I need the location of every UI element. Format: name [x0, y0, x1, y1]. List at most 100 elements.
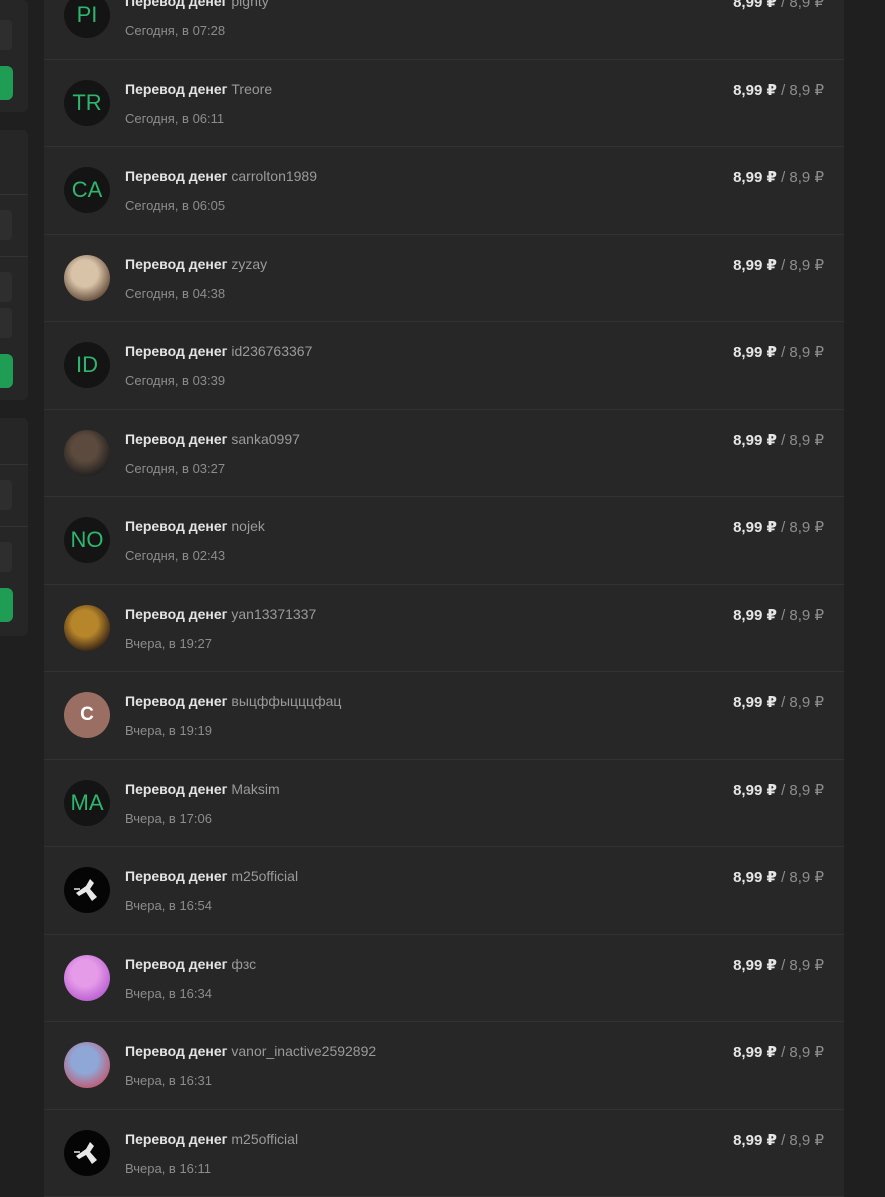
transaction-title: Перевод денег m25official	[125, 868, 298, 884]
transaction-row[interactable]: Перевод денег yan13371337Вчера, в 19:278…	[44, 585, 844, 673]
operation-label: Перевод денег	[125, 781, 228, 797]
transaction-date: Вчера, в 19:19	[125, 723, 212, 738]
transaction-row[interactable]: MAПеревод денег MaksimВчера, в 17:068,99…	[44, 760, 844, 848]
transaction-amount: 8,99 ₽ / 8,9 ₽	[733, 0, 824, 11]
transaction-amount: 8,99 ₽ / 8,9 ₽	[733, 606, 824, 624]
username-link[interactable]: id236763367	[231, 343, 312, 359]
user-avatar[interactable]: PI	[64, 0, 110, 38]
user-avatar-photo[interactable]	[64, 605, 110, 651]
amount-total: 8,9 ₽	[789, 607, 824, 624]
operation-label: Перевод денег	[125, 693, 228, 709]
user-avatar[interactable]: C	[64, 692, 110, 738]
username-link[interactable]: Maksim	[231, 781, 279, 797]
sidebar-green-button[interactable]	[0, 66, 13, 100]
user-avatar[interactable]: NO	[64, 517, 110, 563]
user-avatar[interactable]	[64, 867, 110, 913]
amount-separator: /	[777, 169, 790, 186]
amount-total: 8,9 ₽	[789, 694, 824, 711]
transaction-amount: 8,99 ₽ / 8,9 ₽	[733, 693, 824, 711]
sidebar-divider	[0, 464, 28, 465]
user-avatar-photo[interactable]	[64, 430, 110, 476]
sidebar-input[interactable]	[0, 272, 12, 302]
amount-value: 8,99 ₽	[733, 957, 777, 974]
transaction-date: Вчера, в 19:27	[125, 636, 212, 651]
amount-separator: /	[777, 694, 790, 711]
transaction-date: Сегодня, в 02:43	[125, 548, 225, 563]
logo-icon	[64, 867, 110, 913]
username-link[interactable]: nojek	[231, 518, 264, 534]
username-link[interactable]: выцффыцццфац	[231, 693, 341, 709]
amount-value: 8,99 ₽	[733, 344, 777, 361]
transaction-row[interactable]: Перевод денег m25officialВчера, в 16:118…	[44, 1110, 844, 1197]
sidebar-divider	[0, 256, 28, 257]
amount-separator: /	[777, 0, 790, 11]
transaction-row[interactable]: TRПеревод денег TreoreСегодня, в 06:118,…	[44, 60, 844, 148]
amount-total: 8,9 ₽	[789, 344, 824, 361]
sidebar-green-button[interactable]	[0, 354, 13, 388]
amount-separator: /	[777, 432, 790, 449]
sidebar-green-button[interactable]	[0, 588, 13, 622]
user-avatar-photo[interactable]	[64, 1042, 110, 1088]
transaction-amount: 8,99 ₽ / 8,9 ₽	[733, 168, 824, 186]
transaction-row[interactable]: NOПеревод денег nojekСегодня, в 02:438,9…	[44, 497, 844, 585]
sidebar-input[interactable]	[0, 210, 12, 240]
username-link[interactable]: yan13371337	[231, 606, 316, 622]
user-avatar[interactable]	[64, 1130, 110, 1176]
transaction-title: Перевод денег sanka0997	[125, 431, 300, 447]
user-avatar[interactable]: MA	[64, 780, 110, 826]
user-avatar-photo[interactable]	[64, 255, 110, 301]
username-link[interactable]: pignty	[231, 0, 268, 9]
amount-total: 8,9 ₽	[789, 169, 824, 186]
username-link[interactable]: sanka0997	[231, 431, 300, 447]
transaction-row[interactable]: C Перевод денег выцффыцццфац Вчера, в 19:1…	[44, 672, 844, 760]
username-link[interactable]: фзс	[231, 956, 256, 972]
amount-value: 8,99 ₽	[733, 169, 777, 186]
operation-label: Перевод денег	[125, 81, 228, 97]
username-link[interactable]: Treore	[231, 81, 272, 97]
transaction-row[interactable]: Перевод денег sanka0997Сегодня, в 03:278…	[44, 410, 844, 498]
operation-label: Перевод денег	[125, 1131, 228, 1147]
sidebar-input[interactable]	[0, 308, 12, 338]
username-link[interactable]: carrolton1989	[231, 168, 317, 184]
amount-value: 8,99 ₽	[733, 1132, 777, 1149]
user-avatar-photo[interactable]	[64, 955, 110, 1001]
transaction-title: Перевод денег Maksim	[125, 781, 280, 797]
username-link[interactable]: zyzay	[231, 256, 267, 272]
transaction-row[interactable]: CAПеревод денег carrolton1989Сегодня, в …	[44, 147, 844, 235]
transaction-title: Перевод денег Treore	[125, 81, 272, 97]
amount-separator: /	[777, 344, 790, 361]
username-link[interactable]: m25official	[231, 1131, 298, 1147]
operation-label: Перевод денег	[125, 343, 228, 359]
user-avatar[interactable]: ID	[64, 342, 110, 388]
sidebar-input[interactable]	[0, 20, 12, 50]
user-avatar[interactable]: CA	[64, 167, 110, 213]
amount-value: 8,99 ₽	[733, 0, 777, 11]
amount-value: 8,99 ₽	[733, 607, 777, 624]
amount-value: 8,99 ₽	[733, 782, 777, 799]
user-avatar[interactable]: TR	[64, 80, 110, 126]
transaction-row[interactable]: IDПеревод денег id236763367Сегодня, в 03…	[44, 322, 844, 410]
operation-label: Перевод денег	[125, 868, 228, 884]
transaction-title: Перевод денег pignty	[125, 0, 269, 9]
transaction-date: Сегодня, в 07:28	[125, 23, 225, 38]
amount-total: 8,9 ₽	[789, 1132, 824, 1149]
operation-label: Перевод денег	[125, 1043, 228, 1059]
username-link[interactable]: vanor_inactive2592892	[231, 1043, 376, 1059]
amount-value: 8,99 ₽	[733, 432, 777, 449]
username-link[interactable]: m25official	[231, 868, 298, 884]
transaction-amount: 8,99 ₽ / 8,9 ₽	[733, 518, 824, 536]
transaction-title: Перевод денег m25official	[125, 1131, 298, 1147]
amount-total: 8,9 ₽	[789, 869, 824, 886]
transaction-row[interactable]: Перевод денег фзсВчера, в 16:348,99 ₽ / …	[44, 935, 844, 1023]
transaction-row[interactable]: Перевод денег zyzayСегодня, в 04:388,99 …	[44, 235, 844, 323]
transaction-row[interactable]: Перевод денег m25officialВчера, в 16:548…	[44, 847, 844, 935]
sidebar-input[interactable]	[0, 542, 12, 572]
transaction-row[interactable]: Перевод денег vanor_inactive2592892Вчера…	[44, 1022, 844, 1110]
amount-value: 8,99 ₽	[733, 1044, 777, 1061]
transaction-date: Сегодня, в 06:05	[125, 198, 225, 213]
transaction-amount: 8,99 ₽ / 8,9 ₽	[733, 868, 824, 886]
transaction-row[interactable]: PI Перевод денег pignty Сегодня, в 07:28 8,…	[44, 0, 844, 60]
sidebar-input[interactable]	[0, 480, 12, 510]
transaction-amount: 8,99 ₽ / 8,9 ₽	[733, 81, 824, 99]
transaction-amount: 8,99 ₽ / 8,9 ₽	[733, 781, 824, 799]
